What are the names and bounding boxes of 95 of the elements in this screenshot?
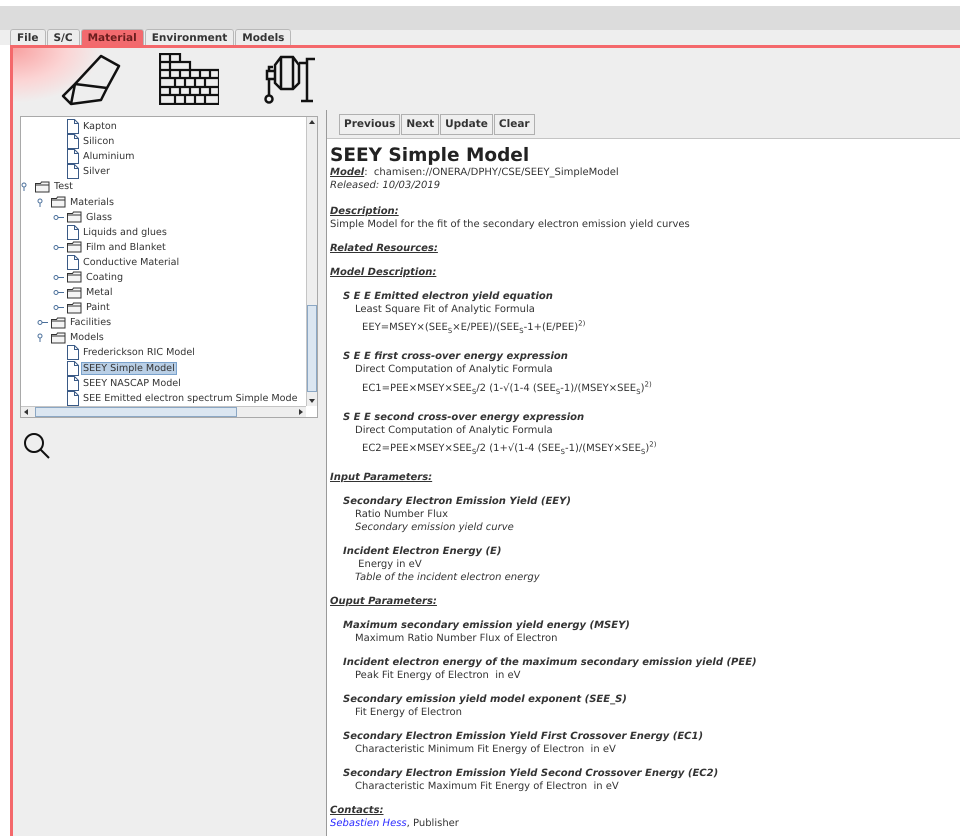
document-icon <box>67 224 79 240</box>
parameter-name: Incident Electron Energy (E) <box>343 544 502 558</box>
formula-title: S E E first cross-over energy expression <box>343 350 569 364</box>
contact-link[interactable]: Sebastien Hess <box>330 818 407 829</box>
formula-method: Direct Computation of Analytic Formula <box>354 424 554 437</box>
parameter-unit: Energy in eV <box>357 558 423 571</box>
document-icon <box>67 149 79 164</box>
parameter-name: Secondary emission yield model exponent (SEE_S) <box>343 692 628 706</box>
parameter-name: Secondary Electron Emission Yield (EEY) <box>343 494 572 508</box>
formula-title: S E E second cross-over energy expression <box>343 410 586 424</box>
tree-item[interactable]: Silver <box>81 165 112 178</box>
tab[interactable]: Material <box>80 29 144 45</box>
tree-item[interactable]: Conductive Material <box>81 256 182 269</box>
description-text: Simple Model for the fit of the secondary electron emission yield curves <box>330 218 691 231</box>
collapsed-handle-icon[interactable] <box>53 212 65 222</box>
tree-item[interactable]: Paint <box>84 301 112 314</box>
toolbar-button[interactable]: Next <box>401 114 440 134</box>
tree-item[interactable]: Silicon <box>81 135 116 148</box>
tree-item[interactable]: Coating <box>84 270 126 284</box>
section-heading: Ouput Parameters: <box>330 594 438 608</box>
folder-icon <box>67 302 82 314</box>
formula-text: EEY=MSEY×(SEE$_{S}$×E/PEE)/(SEE$_{S}$-1+(E/PEE)$^{2)}$ <box>361 319 586 338</box>
document-icon <box>67 164 79 180</box>
parameter-note: Table of the incident electron energy <box>354 570 541 584</box>
formula-text: EC1=PEE×MSEY×SEE$_{S}$/2 (1-√(1-4 (SEE$_{S}$-1)/(MSEY×SEE$_{S}$)$^{2)}$ <box>361 379 653 398</box>
tree-item[interactable]: Frederickson RIC Model <box>81 346 197 360</box>
toolbar-button[interactable]: Update <box>440 114 493 134</box>
parameter-name: Incident electron energy of the maximum secondary emission yield (PEE) <box>343 656 758 669</box>
collapsed-handle-icon[interactable] <box>53 272 65 282</box>
search-icon[interactable] <box>23 432 51 460</box>
collapsed-handle-icon[interactable] <box>37 318 49 328</box>
tree-item[interactable]: SEEY NASCAP Model <box>81 376 183 390</box>
tree-item[interactable]: Facilities <box>68 316 114 330</box>
tree-item[interactable]: Kapton <box>81 120 119 134</box>
brick-wall-icon[interactable] <box>159 53 219 105</box>
document-icon <box>67 376 79 391</box>
folder-icon <box>67 241 82 254</box>
toolbar-button[interactable]: Previous <box>339 114 400 134</box>
document-icon <box>67 119 79 134</box>
contact-line: Sebastien Hess, Publisher <box>330 816 460 830</box>
collapsed-handle-icon[interactable] <box>53 303 65 312</box>
formula-text: EC2=PEE×MSEY×SEE$_{S}$/2 (1+√(1-4 (SEE$_{S}$-1)/(MSEY×SEE$_{S}$)$^{2)}$ <box>361 440 658 458</box>
parameter-unit: Peak Fit Energy of Electron in eV <box>354 668 522 682</box>
toolbar-button[interactable]: Clear <box>494 114 535 134</box>
vertical-scrollbar[interactable] <box>306 117 317 406</box>
tab[interactable]: Models <box>235 29 292 45</box>
parameter-unit: Fit Energy of Electron <box>354 706 463 719</box>
collapsed-handle-icon[interactable] <box>53 288 65 298</box>
model-path: : chamisen://ONERA/DPHY/CSE/SEEY_SimpleModel <box>364 167 619 178</box>
tab[interactable]: Environment <box>144 29 234 45</box>
formula-method: Least Square Fit of Analytic Formula <box>354 303 536 316</box>
horizontal-scrollbar[interactable] <box>21 406 306 417</box>
parameter-unit: Characteristic Maximum Fit Energy of Electron in eV <box>354 780 620 793</box>
folder-icon <box>67 286 82 299</box>
tree-item[interactable]: SEE Emitted electron spectrum Simple Mode <box>81 392 300 405</box>
folder-icon <box>51 196 66 208</box>
parameter-unit: Maximum Ratio Number Flux of Electron <box>354 632 558 645</box>
formula-title: S E E Emitted electron yield equation <box>343 290 554 303</box>
formula-method: Direct Computation of Analytic Formula <box>354 363 554 376</box>
tree-item[interactable]: SEEY Simple Model <box>81 362 177 375</box>
section-heading: Contacts: <box>330 804 385 817</box>
folder-icon <box>35 180 50 193</box>
document-icon <box>67 345 79 360</box>
parameter-name: Secondary Electron Emission Yield Second Crossover Energy (EC2) <box>343 766 720 780</box>
tree-item[interactable]: Liquids and glues <box>81 226 169 239</box>
parameter-name: Secondary Electron Emission Yield First Crossover Energy (EC1) <box>343 730 704 743</box>
parameter-name: Maximum secondary emission yield energy (MSEY) <box>343 618 631 632</box>
document-icon <box>67 390 79 406</box>
tab[interactable]: File <box>10 29 46 45</box>
tab[interactable]: S/C <box>46 29 80 45</box>
tree-item[interactable]: Test <box>52 180 75 194</box>
folder-icon <box>67 211 82 224</box>
section-heading: Input Parameters: <box>330 470 434 484</box>
section-heading: Related Resources: <box>330 242 439 255</box>
collapsed-handle-icon[interactable] <box>53 242 65 252</box>
model-label: Model <box>330 167 364 178</box>
tree-item[interactable]: Materials <box>68 196 116 209</box>
folder-icon <box>51 316 66 329</box>
parameter-note: Secondary emission yield curve <box>354 520 515 534</box>
release-date: Released: 10/03/2019 <box>330 179 442 192</box>
tree-item[interactable]: Glass <box>84 210 114 224</box>
document-icon <box>67 134 79 150</box>
section-heading: Description: <box>330 205 400 218</box>
tree-item[interactable]: Aluminium <box>81 150 136 164</box>
tree-item[interactable]: Models <box>68 331 106 344</box>
tree-item[interactable]: Film and Blanket <box>84 240 168 254</box>
section-heading: Model Description: <box>330 266 438 279</box>
tree-item[interactable]: Metal <box>84 286 114 300</box>
folder-icon <box>51 332 66 344</box>
document-icon <box>67 254 79 270</box>
parameter-unit: Characteristic Minimum Fit Energy of Electron in eV <box>354 742 617 756</box>
document-icon <box>67 360 79 376</box>
parameter-unit: Ratio Number Flux <box>354 508 449 521</box>
folder-icon <box>67 271 82 284</box>
document-title: SEEY Simple Model <box>330 145 530 166</box>
